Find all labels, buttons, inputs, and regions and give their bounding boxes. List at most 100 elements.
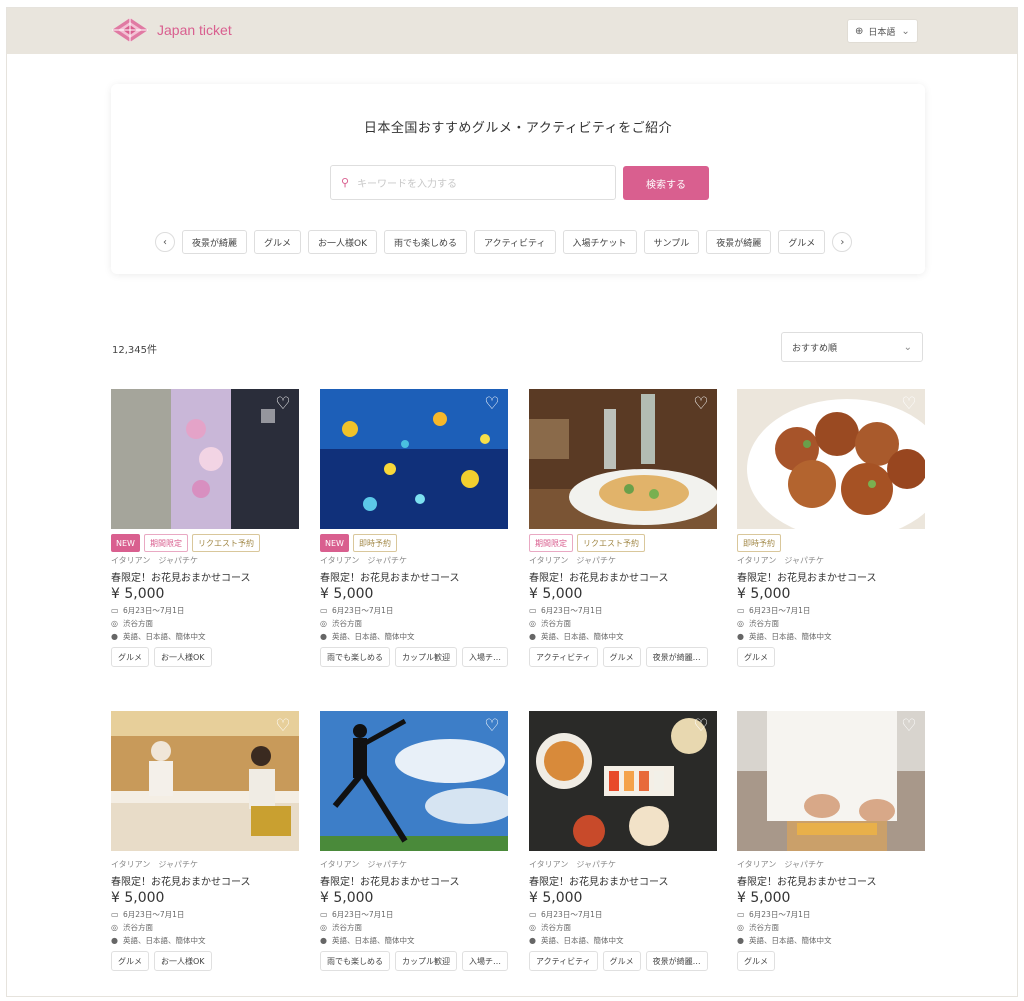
card-location-text: 渋谷方面 [749,619,779,628]
card-image[interactable]: ♡ [529,711,717,851]
card-title: 春限定！お花見おまかせコース [529,877,669,888]
tag-chip[interactable]: グルメ [737,951,775,971]
keyword-chip[interactable]: お一人様OK [308,230,378,254]
status-badge: NEW [111,534,140,552]
favorite-heart-icon[interactable]: ♡ [273,394,293,414]
card-tags: アクティビティ グルメ 夜景が綺麗… [529,647,717,667]
favorite-heart-icon[interactable]: ♡ [482,394,502,414]
keyword-chip[interactable]: サンプル [643,230,700,254]
card-price: ¥ 5,000 [737,586,791,602]
experience-card[interactable]: ♡ NEW 即時予約 イタリアン ジャパチケ 春限定！お花見おまかせコース ¥ 5,000… [320,389,508,667]
photo-ninja-jump [320,711,508,851]
experience-card[interactable]: ♡ イタリアン ジャパチケ 春限定！お花見おまかせコース ¥ 5,000 ▭ 6月23日〜… [737,711,925,971]
card-tags: グルメ [737,951,925,971]
status-badge: リクエスト予約 [191,534,260,552]
favorite-heart-icon[interactable]: ♡ [691,716,711,736]
keyword-chip[interactable]: グルメ [254,230,302,254]
tag-chip[interactable]: お一人様OK [154,647,212,667]
location-pin-icon: ◎ [320,923,327,932]
keyword-chip[interactable]: 夜景が綺麗 [706,230,772,254]
tag-chip[interactable]: 雨でも楽しめる [320,951,390,971]
photo-chef-sushi [737,711,925,851]
tag-chip[interactable]: グルメ [111,647,149,667]
photo-kimono-flowers [111,389,299,529]
card-image[interactable]: ♡ [737,711,925,851]
card-date-text: 6月23日〜7月1日 [123,910,185,919]
card-title: 春限定！お花見おまかせコース [320,573,460,584]
card-price: ¥ 5,000 [320,586,374,602]
status-badge: 期間限定 [143,534,188,552]
chips-next-button[interactable]: › [832,232,853,252]
favorite-heart-icon[interactable]: ♡ [899,716,919,736]
keyword-chips: ‹ 夜景が綺麗 グルメ お一人様OK 雨でも楽しめる アクティビティ 入場チケット サンプル… [155,229,890,255]
card-title: 春限定！お花見おまかせコース [529,573,669,584]
calendar-icon: ▭ [529,910,537,919]
card-languages: ● 英語、日本語、簡体中文 [320,631,508,642]
experience-card[interactable]: ♡ イタリアン ジャパチケ 春限定！お花見おまかせコース ¥ 5,000 ▭ 6月23日〜… [111,711,299,971]
favorite-heart-icon[interactable]: ♡ [899,394,919,414]
language-globe-icon: ● [529,632,536,641]
tag-chip[interactable]: アクティビティ [529,647,598,667]
tag-chip[interactable]: 夜景が綺麗… [645,951,708,971]
tag-chip[interactable]: アクティビティ [529,951,598,971]
location-pin-icon: ◎ [320,619,327,628]
chips-prev-button[interactable]: ‹ [155,232,175,252]
tag-chip[interactable]: カップル歓迎 [395,647,457,667]
experience-card[interactable]: ♡ 即時予約 イタリアン ジャパチケ 春限定！お花見おまかせコース ¥ 5,000 ▭ 6月… [737,389,925,667]
card-price: ¥ 5,000 [737,890,791,906]
card-price: ¥ 5,000 [529,890,583,906]
search-button[interactable]: 検索する [623,166,709,200]
keyword-chip[interactable]: 雨でも楽しめる [384,230,468,254]
card-location-text: 渋谷方面 [332,619,362,628]
card-image[interactable]: ♡ [320,389,508,529]
experience-card[interactable]: ♡ NEW 期間限定 リクエスト予約 イタリアン ジャパチケ 春限定！お花見おまかせコース… [111,389,299,667]
card-image[interactable]: ♡ [320,711,508,851]
search-input[interactable]: ⚲ キーワードを入力する [330,165,616,200]
experience-card[interactable]: ♡ イタリアン ジャパチケ 春限定！お花見おまかせコース ¥ 5,000 ▭ 6月23日〜… [529,711,717,971]
card-date-text: 6月23日〜7月1日 [749,606,811,615]
card-location-text: 渋谷方面 [541,923,571,932]
keyword-chip[interactable]: アクティビティ [474,230,556,254]
photo-food-table [529,711,717,851]
favorite-heart-icon[interactable]: ♡ [482,716,502,736]
tag-chip[interactable]: 入場チ… [462,951,508,971]
card-image[interactable]: ♡ [111,389,299,529]
tag-chip[interactable]: 夜景が綺麗… [645,647,708,667]
card-date: ▭ 6月23日〜7月1日 [529,605,717,616]
language-selector[interactable]: ⊕ 日本語 ⌄ [847,19,918,43]
keyword-chip[interactable]: 夜景が綺麗 [182,230,248,254]
calendar-icon: ▭ [320,910,328,919]
experience-card[interactable]: ♡ イタリアン ジャパチケ 春限定！お花見おまかせコース ¥ 5,000 ▭ 6月23日〜… [320,711,508,971]
tag-chip[interactable]: グルメ [602,951,641,971]
card-image[interactable]: ♡ [737,389,925,529]
card-location: ◎ 渋谷方面 [737,618,925,629]
photo-sushi-counter [111,711,299,851]
favorite-heart-icon[interactable]: ♡ [691,394,711,414]
sort-label: おすすめ順 [792,343,838,354]
keyword-chip[interactable]: グルメ [778,230,826,254]
card-image[interactable]: ♡ [529,389,717,529]
tag-chip[interactable]: お一人様OK [154,951,212,971]
card-languages: ● 英語、日本語、簡体中文 [320,935,508,946]
tag-chip[interactable]: 雨でも楽しめる [320,647,390,667]
keyword-chip[interactable]: 入場チケット [562,230,637,254]
card-tags: アクティビティ グルメ 夜景が綺麗… [529,951,717,971]
favorite-heart-icon[interactable]: ♡ [273,716,293,736]
card-price: ¥ 5,000 [111,586,165,602]
sort-select[interactable]: おすすめ順 ⌄ [781,332,923,362]
tag-chip[interactable]: 入場チ… [462,647,508,667]
tag-chip[interactable]: グルメ [111,951,149,971]
tag-chip[interactable]: グルメ [602,647,641,667]
experience-card[interactable]: ♡ 期間限定 リクエスト予約 イタリアン ジャパチケ 春限定！お花見おまかせコース ¥ 5… [529,389,717,667]
language-globe-icon: ● [320,936,327,945]
photo-aquarium-fish [320,389,508,529]
card-languages-text: 英語、日本語、簡体中文 [123,936,206,945]
tag-chip[interactable]: グルメ [737,647,775,667]
location-pin-icon: ◎ [111,923,118,932]
card-languages: ● 英語、日本語、簡体中文 [111,631,299,642]
tag-chip[interactable]: カップル歓迎 [395,951,457,971]
card-location: ◎ 渋谷方面 [529,922,717,933]
calendar-icon: ▭ [111,606,119,615]
card-image[interactable]: ♡ [111,711,299,851]
site-logo[interactable]: Japan ticket [111,17,232,43]
